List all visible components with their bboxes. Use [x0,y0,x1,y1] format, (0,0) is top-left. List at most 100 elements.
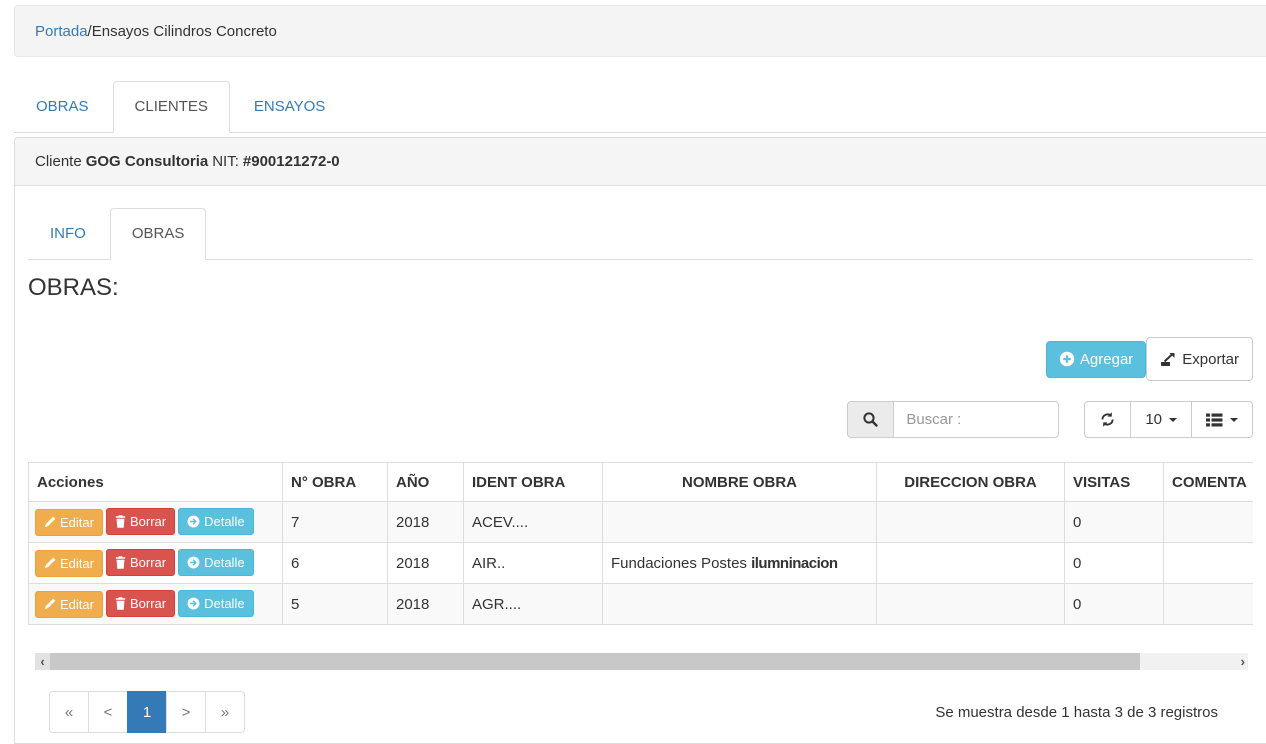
column-header-acciones: Acciones [29,463,283,502]
search-input[interactable] [893,401,1059,438]
detail-button-label: Detalle [204,514,244,529]
detail-button[interactable]: Detalle [178,549,253,576]
cell-visitas: 0 [1065,584,1164,625]
breadcrumb-home-link[interactable]: Portada [35,23,88,40]
table-row: EditarBorrarDetalle 5 2018 AGR.... 0 [29,584,1254,625]
horizontal-scrollbar[interactable]: ‹ › [35,653,1248,670]
pagination-page-1-button[interactable]: 1 [127,691,167,733]
delete-button-label: Borrar [130,514,166,529]
tab-ensayos[interactable]: ENSAYOS [232,81,347,133]
client-header: Cliente GOG Consultoria NIT: #900121272-… [15,138,1266,186]
cell-n-obra: 6 [283,543,388,584]
page-size-value: 10 [1145,411,1162,428]
edit-button[interactable]: Editar [35,509,103,536]
table-row: EditarBorrarDetalle 6 2018 AIR.. Fundaci… [29,543,1254,584]
client-nit-label: NIT: [212,153,239,170]
edit-button-label: Editar [60,597,94,612]
cell-n-obra: 5 [283,584,388,625]
edit-button[interactable]: Editar [35,550,103,577]
columns-dropdown[interactable] [1192,401,1253,438]
pagination-prev-button[interactable]: < [88,691,128,733]
cell-ano: 2018 [388,584,464,625]
cell-direccion-obra [877,543,1065,584]
add-button[interactable]: Agregar [1046,341,1146,378]
pagination-next-button[interactable]: > [166,691,206,733]
tab-obras[interactable]: OBRAS [14,81,111,133]
client-panel-body: INFO OBRAS OBRAS: Agregar Exportar [15,186,1266,743]
subtab-obras[interactable]: OBRAS [110,208,207,260]
detail-button[interactable]: Detalle [178,508,253,535]
breadcrumb: Portada/Ensayos Cilindros Concreto [14,5,1266,57]
trash-icon [115,597,126,610]
delete-button[interactable]: Borrar [106,508,175,535]
delete-button[interactable]: Borrar [106,549,175,576]
add-button-label: Agregar [1080,351,1133,368]
cell-nombre-obra [603,502,877,543]
export-icon [1160,351,1177,368]
detail-button-label: Detalle [204,555,244,570]
main-tabs: OBRAS CLIENTES ENSAYOS [14,81,1266,133]
cell-nombre-obra: Fundaciones Postes ilumninacion [603,543,877,584]
delete-button-label: Borrar [130,555,166,570]
cell-direccion-obra [877,502,1065,543]
section-title: OBRAS: [28,274,1253,302]
cell-ident-obra: ACEV.... [464,502,603,543]
column-header-comentarios: COMENTA [1164,463,1254,502]
pagination-first-button[interactable]: « [49,691,89,733]
trash-icon [115,556,126,569]
page-size-dropdown[interactable]: 10 [1131,401,1192,438]
refresh-icon [1099,411,1116,428]
client-nit-value: #900121272-0 [243,153,340,170]
obras-table-container: Acciones N° OBRA AÑO IDENT OBRA NOMBRE O… [28,462,1253,625]
circle-arrow-right-icon [187,515,200,528]
cell-direccion-obra [877,584,1065,625]
scrollbar-thumb[interactable] [50,653,1140,670]
export-button[interactable]: Exportar [1146,337,1253,381]
refresh-button[interactable] [1084,401,1131,438]
list-columns-icon [1206,413,1223,427]
trash-icon [115,515,126,528]
cell-nombre-obra [603,584,877,625]
cell-comentarios [1164,502,1254,543]
client-name: GOG Consultoria [86,153,209,170]
column-header-ano: AÑO [388,463,464,502]
cell-ano: 2018 [388,502,464,543]
breadcrumb-current: Ensayos Cilindros Concreto [92,23,277,40]
export-button-label: Exportar [1182,351,1239,368]
edit-button-label: Editar [60,515,94,530]
delete-button[interactable]: Borrar [106,590,175,617]
search-button[interactable] [847,401,893,438]
pencil-icon [44,516,56,528]
chevron-down-icon [1230,418,1238,422]
cell-visitas: 0 [1065,543,1164,584]
edit-button[interactable]: Editar [35,591,103,618]
table-footer: « < 1 > » Se muestra desde 1 hasta 3 de … [49,691,1253,733]
cell-comentarios [1164,584,1254,625]
table-header-row: Acciones N° OBRA AÑO IDENT OBRA NOMBRE O… [29,463,1254,502]
cell-n-obra: 7 [283,502,388,543]
column-header-direccion-obra: DIRECCION OBRA [877,463,1065,502]
subtab-info[interactable]: INFO [28,208,108,260]
sub-tabs: INFO OBRAS [28,208,1253,260]
edit-button-label: Editar [60,556,94,571]
pagination-last-button[interactable]: » [205,691,245,733]
table-row: EditarBorrarDetalle 7 2018 ACEV.... 0 [29,502,1254,543]
chevron-down-icon [1169,418,1177,422]
tab-clientes[interactable]: CLIENTES [113,81,230,133]
delete-button-label: Borrar [130,596,166,611]
column-header-n-obra: N° OBRA [283,463,388,502]
search-group [847,401,1059,438]
cell-comentarios [1164,543,1254,584]
client-prefix-label: Cliente [35,153,82,170]
scroll-left-arrow-icon[interactable]: ‹ [35,653,50,670]
toolbar-actions: Agregar Exportar [28,337,1253,381]
circle-arrow-right-icon [187,556,200,569]
scroll-right-arrow-icon[interactable]: › [1241,653,1245,670]
plus-circle-icon [1059,351,1075,367]
column-header-ident-obra: IDENT OBRA [464,463,603,502]
column-header-nombre-obra: NOMBRE OBRA [603,463,877,502]
cell-ident-obra: AIR.. [464,543,603,584]
magnifier-icon [862,411,879,428]
detail-button[interactable]: Detalle [178,590,253,617]
client-panel: Cliente GOG Consultoria NIT: #900121272-… [14,137,1266,744]
